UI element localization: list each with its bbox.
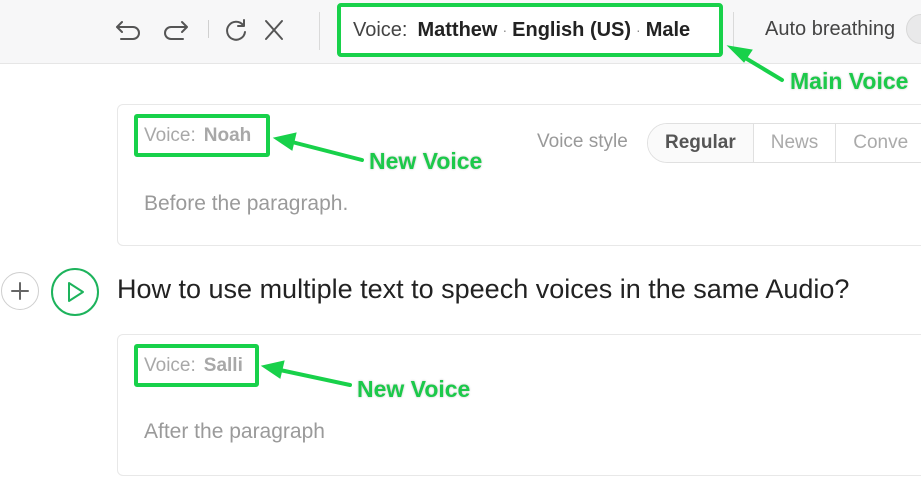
- play-button[interactable]: [51, 268, 99, 316]
- block-text[interactable]: After the paragraph: [144, 420, 325, 444]
- voice-style-label: Voice style: [537, 131, 628, 152]
- close-icon[interactable]: [258, 16, 290, 44]
- toolbar-divider: [319, 12, 320, 50]
- plus-icon: [11, 282, 29, 300]
- voice-name: Noah: [203, 124, 252, 146]
- main-voice-label: Voice:: [353, 18, 408, 41]
- main-voice-gender: Male: [645, 18, 691, 41]
- play-icon: [68, 282, 84, 302]
- refresh-icon[interactable]: [220, 16, 252, 44]
- block-voice-selector-noah[interactable]: Voice: Noah: [134, 114, 270, 157]
- main-voice-language: English (US): [512, 18, 632, 41]
- voice-style-segmented-control: Regular News Conve: [647, 123, 921, 163]
- block-text[interactable]: Before the paragraph.: [144, 192, 348, 216]
- auto-breathing-toggle[interactable]: [906, 14, 921, 44]
- style-option-conversational[interactable]: Conve: [836, 124, 921, 162]
- main-voice-selector[interactable]: Voice: Matthew · English (US) · Male: [337, 3, 723, 57]
- separator-dot: ·: [636, 22, 641, 38]
- annotation-new-voice: New Voice: [369, 148, 483, 174]
- block-voice-selector-salli[interactable]: Voice: Salli: [134, 344, 259, 387]
- toolbar-divider: [733, 12, 734, 50]
- annotation-new-voice: New Voice: [357, 376, 471, 402]
- toolbar-divider: [208, 20, 209, 38]
- style-option-regular[interactable]: Regular: [648, 124, 754, 162]
- auto-breathing-label: Auto breathing: [765, 18, 896, 40]
- separator-dot: ·: [502, 22, 508, 38]
- main-voice-name: Matthew: [417, 18, 498, 41]
- annotation-main-voice: Main Voice: [790, 68, 909, 94]
- voice-name: Salli: [203, 354, 243, 376]
- undo-icon[interactable]: [112, 16, 144, 44]
- voice-label: Voice:: [144, 354, 196, 376]
- redo-icon[interactable]: [160, 16, 192, 44]
- paragraph-text[interactable]: How to use multiple text to speech voice…: [117, 274, 849, 305]
- add-block-button[interactable]: [1, 272, 39, 310]
- style-option-news[interactable]: News: [754, 124, 837, 162]
- voice-label: Voice:: [144, 124, 196, 146]
